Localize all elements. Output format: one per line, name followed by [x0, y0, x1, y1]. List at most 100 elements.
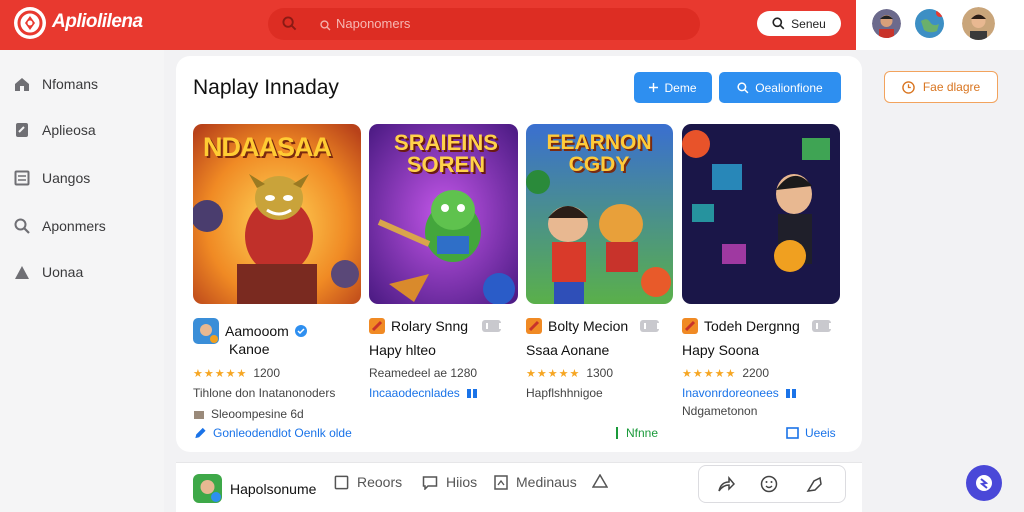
share-icon[interactable] [717, 476, 735, 493]
bar-icon [616, 427, 618, 439]
warning-icon [592, 474, 608, 488]
game-detail: Sleoompesine 6d [211, 407, 304, 421]
game-subtitle: Hapy Soona [682, 342, 760, 358]
game-detail: Ndgametonon [682, 404, 758, 418]
game-link[interactable]: Incaaodecnlades [369, 386, 460, 400]
clock-icon [902, 80, 915, 94]
sidebar-item-label: Aplieosa [42, 121, 96, 138]
thumbnail-title: EEARNON CGDY [546, 131, 652, 176]
bottom-user[interactable]: Hapolsonume [193, 474, 316, 503]
gamepad-icon [640, 320, 660, 332]
search-icon [737, 81, 749, 93]
app-icon [682, 318, 698, 334]
sidebar-item-label: Uangos [42, 170, 91, 186]
globe-icon[interactable] [915, 9, 944, 38]
app-icon [526, 318, 542, 334]
wrench-icon [16, 123, 28, 137]
forward-icon[interactable] [806, 476, 824, 493]
game-link[interactable]: Gonleodendlot Oenlk olde [213, 426, 352, 440]
top-right-panel [856, 0, 1024, 50]
bottom-item-comments[interactable]: Hiios [422, 474, 477, 490]
game-subtitle: Kanoe [229, 341, 270, 357]
game-thumbnail[interactable]: EEARNON CGDY [526, 124, 673, 304]
pencil-icon [195, 427, 206, 438]
square-icon [786, 427, 799, 439]
game-name[interactable]: Bolty Mecion [548, 318, 628, 334]
image-icon [494, 474, 508, 490]
game-link[interactable]: Nfnne [626, 426, 658, 440]
gamepad-icon [482, 320, 502, 332]
search-input[interactable]: Naponomers [336, 16, 410, 31]
demo-button-label: Deme [664, 80, 697, 95]
search-icon [14, 218, 30, 234]
bottom-item-reports[interactable]: Reoors [334, 474, 402, 490]
game-name[interactable]: Rolary Snng [391, 318, 468, 334]
action-group [698, 465, 846, 503]
game-thumbnail[interactable]: NDAASAA [193, 124, 361, 304]
gamepad-icon [466, 389, 477, 398]
star-rating: ★★★★★ [193, 367, 248, 380]
search-inline-icon [320, 18, 331, 36]
star-rating: ★★★★★ [682, 367, 737, 380]
outline-button-label: Fae dlagre [922, 80, 981, 94]
bottom-item-label: Medinaus [516, 474, 577, 490]
bottom-item-alerts[interactable] [592, 474, 608, 488]
game-name[interactable]: Todeh Dergnng [704, 318, 800, 334]
search-icon [772, 17, 785, 30]
sidebar-item-label: Nfomans [42, 76, 99, 92]
plus-icon [649, 83, 659, 92]
page-title: Naplay Innaday [193, 76, 339, 99]
gamepad-icon [785, 389, 796, 398]
help-icon [976, 475, 992, 491]
gift-icon [194, 411, 204, 419]
game-thumbnail[interactable] [682, 124, 840, 304]
document-icon [334, 475, 349, 489]
help-fab-button[interactable] [966, 465, 1002, 501]
gamepad-icon [811, 320, 831, 332]
emoji-icon[interactable] [760, 475, 778, 493]
bottom-user-label: Hapolsonume [230, 480, 317, 497]
game-subtitle: Ssaa Aonane [526, 342, 610, 358]
star-rating: ★★★★★ [526, 367, 581, 380]
sidebar-item-apps[interactable]: Aplieosa [14, 121, 96, 138]
verified-icon [294, 325, 307, 337]
search-icon [282, 16, 297, 36]
bottom-item-label: Hiios [446, 474, 478, 490]
comment-icon [422, 475, 438, 490]
sidebar-item-label: Uonaa [42, 264, 84, 280]
search-button-label: Seneu [791, 16, 826, 31]
top-bar: Apliolilena Naponomers Seneu [0, 0, 899, 50]
avatar[interactable] [962, 7, 995, 40]
rating-count: 2200 [742, 366, 770, 380]
thumbnail-title: NDAASAA [203, 132, 332, 162]
game-description: Tihlone don Inatanonoders [193, 386, 336, 400]
avatar [193, 318, 219, 344]
bottom-item-media[interactable]: Medinaus [494, 474, 577, 490]
game-link[interactable]: Ueeis [805, 426, 836, 440]
game-name[interactable]: Aamooom [225, 323, 289, 339]
game-description: Reamedeel ae 1280 [369, 366, 478, 380]
options-button-label: Oealionfione [755, 80, 823, 95]
outline-button[interactable]: Fae dlagre [884, 71, 998, 103]
game-description: Hapflshhnigoe [526, 386, 603, 400]
game-link[interactable]: Inavonrdoreonees [682, 386, 779, 400]
options-button[interactable]: Oealionfione [719, 72, 841, 103]
sidebar-item-home[interactable]: Nfomans [14, 76, 98, 92]
sidebar-item-label: Aponmers [42, 218, 106, 234]
thumbnail-title: SRAIEINS SOREN [394, 130, 498, 177]
rating-count: 1300 [586, 366, 614, 380]
search-button[interactable]: Seneu [757, 11, 841, 36]
search-bar[interactable]: Naponomers [268, 8, 700, 40]
sidebar-item-lists[interactable]: Uangos [14, 170, 90, 186]
avatar [193, 474, 222, 503]
demo-button[interactable]: Deme [634, 72, 712, 103]
home-icon [15, 78, 29, 91]
bottom-item-label: Reoors [357, 474, 403, 490]
app-title: Apliolilena [52, 11, 143, 32]
sidebar-item-alerts[interactable]: Uonaa [14, 264, 83, 280]
avatar[interactable] [872, 9, 901, 38]
game-thumbnail[interactable]: SRAIEINS SOREN [369, 124, 518, 304]
app-logo-icon[interactable] [14, 7, 46, 39]
sidebar-item-search[interactable]: Aponmers [14, 218, 106, 234]
list-icon [14, 170, 30, 186]
